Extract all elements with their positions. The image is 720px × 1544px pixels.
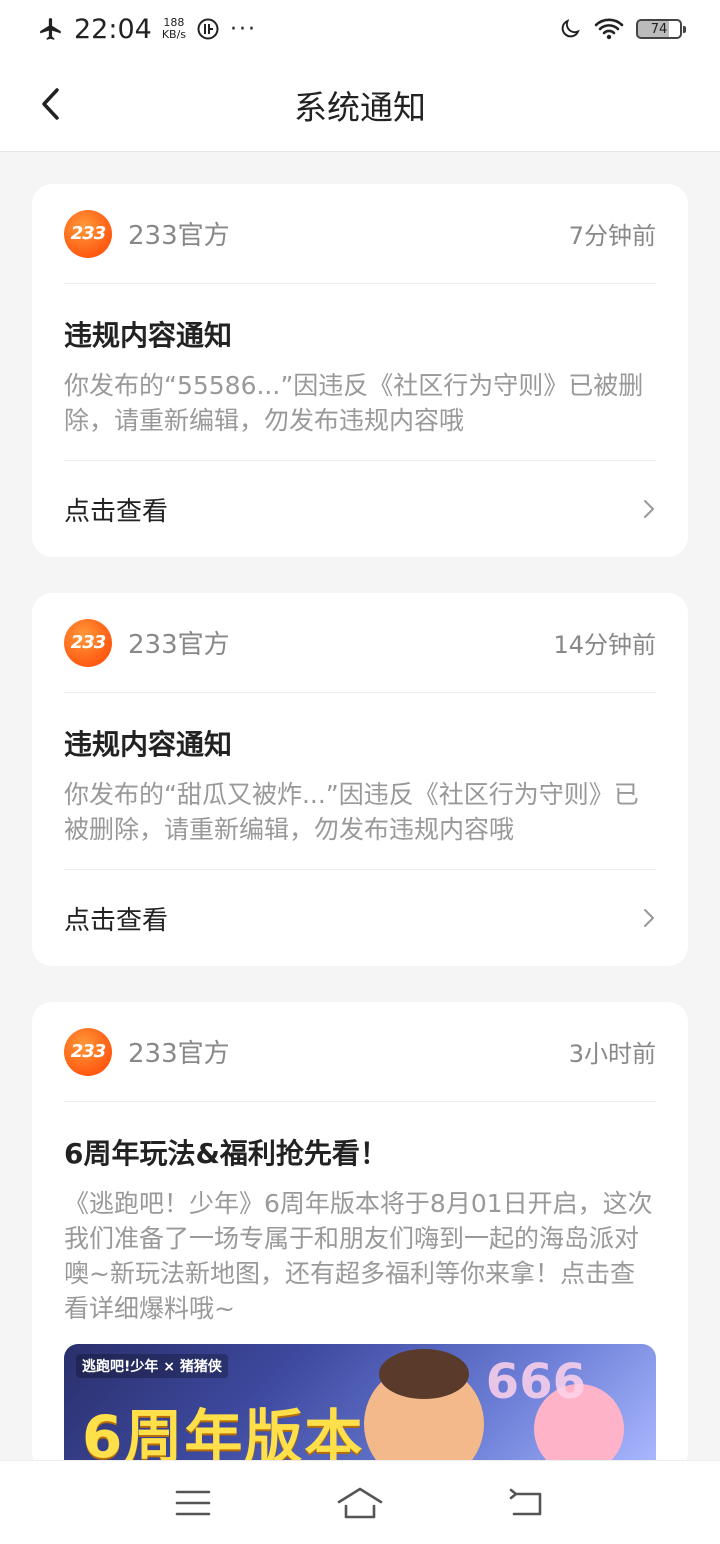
speed-unit: KB/s xyxy=(161,28,187,41)
notification-title: 违规内容通知 xyxy=(64,728,233,761)
view-details-label: 点击查看 xyxy=(64,496,169,527)
notification-text: 你发布的“55586...”因违反《社区行为守则》已被删除，请重新编辑，勿发布违… xyxy=(64,371,644,435)
chevron-right-icon xyxy=(644,909,654,927)
airplane-mode-icon xyxy=(40,18,61,40)
banner-character-hair xyxy=(379,1349,469,1399)
notification-text: 《逃跑吧！少年》6周年版本将于8月01日开启，这次我们准备了一场专属于和朋友们嗨… xyxy=(64,1189,653,1323)
home-button[interactable] xyxy=(330,1483,390,1523)
notification-time: 14分钟前 xyxy=(553,631,656,659)
notification-time: 7分钟前 xyxy=(568,222,656,250)
banner-game-tag: 逃跑吧!少年 × 猪猪侠 xyxy=(76,1354,228,1378)
network-speed: 188 KB/s xyxy=(162,17,186,41)
card-body: 违规内容通知 你发布的“甜瓜又被炸...”因违反《社区行为守则》已被删除，请重新… xyxy=(64,693,656,870)
home-icon xyxy=(337,1487,383,1518)
menu-icon xyxy=(176,1490,211,1515)
battery-indicator: 74 xyxy=(636,19,686,39)
notification-title: 6周年玩法&福利抢先看！ xyxy=(64,1137,388,1170)
status-right: 74 xyxy=(558,17,686,41)
chevron-right-icon xyxy=(644,500,654,518)
notification-title: 违规内容通知 xyxy=(64,319,233,352)
sender-name: 233官方 xyxy=(128,221,230,251)
back-button[interactable] xyxy=(30,84,70,124)
status-left: 22:04 188 KB/s ··· xyxy=(38,14,257,45)
banner-number: 666 xyxy=(485,1354,586,1410)
moon-icon xyxy=(561,19,580,38)
return-button[interactable] xyxy=(497,1483,557,1523)
wifi-icon xyxy=(594,18,624,40)
sender-name: 233官方 xyxy=(128,1039,230,1069)
sender-name: 233官方 xyxy=(128,630,230,660)
return-icon xyxy=(509,1488,541,1515)
sender-logo: 233 xyxy=(64,209,112,258)
card-body: 违规内容通知 你发布的“55586...”因违反《社区行为守则》已被删除，请重新… xyxy=(64,284,656,461)
status-time: 22:04 xyxy=(74,13,152,45)
notification-card[interactable]: 233 233官方 14分钟前 违规内容通知 你发布的“甜瓜又被炸...”因违反… xyxy=(32,593,688,966)
view-details-label: 点击查看 xyxy=(64,905,169,936)
view-details-row[interactable]: 点击查看 xyxy=(64,461,656,557)
menu-button[interactable] xyxy=(163,1483,223,1523)
notification-card[interactable]: 233 233官方 3小时前 6周年玩法&福利抢先看！ 《逃跑吧！少年》6周年版… xyxy=(32,1002,688,1472)
page-title: 系统通知 xyxy=(294,87,426,127)
status-bar: 22:04 188 KB/s ··· 74 xyxy=(0,0,720,58)
nav-bar: 系统通知 xyxy=(0,58,720,152)
battery-level: 74 xyxy=(650,21,668,37)
chevron-left-icon xyxy=(42,88,59,120)
card-header: 233 233官方 7分钟前 xyxy=(64,184,656,284)
notification-time: 3小时前 xyxy=(568,1040,656,1068)
notification-card[interactable]: 233 233官方 7分钟前 违规内容通知 你发布的“55586...”因违反《… xyxy=(32,184,688,557)
promo-banner-image[interactable]: 666 逃跑吧!少年 × 猪猪侠 6周年版本 xyxy=(64,1344,656,1464)
sender-logo: 233 xyxy=(64,1027,112,1076)
notification-text: 你发布的“甜瓜又被炸...”因违反《社区行为守则》已被删除，请重新编辑，勿发布违… xyxy=(64,780,639,844)
more-notifications: ··· xyxy=(230,16,257,42)
banner-headline: 6周年版本 xyxy=(82,1403,365,1464)
card-header: 233 233官方 3小时前 xyxy=(64,1002,656,1102)
hd-badge-icon xyxy=(197,18,219,40)
view-details-row[interactable]: 点击查看 xyxy=(64,870,656,966)
card-header: 233 233官方 14分钟前 xyxy=(64,593,656,693)
sender-logo: 233 xyxy=(64,618,112,667)
card-body: 6周年玩法&福利抢先看！ 《逃跑吧！少年》6周年版本将于8月01日开启，这次我们… xyxy=(64,1102,656,1472)
system-nav-bar xyxy=(0,1460,720,1544)
